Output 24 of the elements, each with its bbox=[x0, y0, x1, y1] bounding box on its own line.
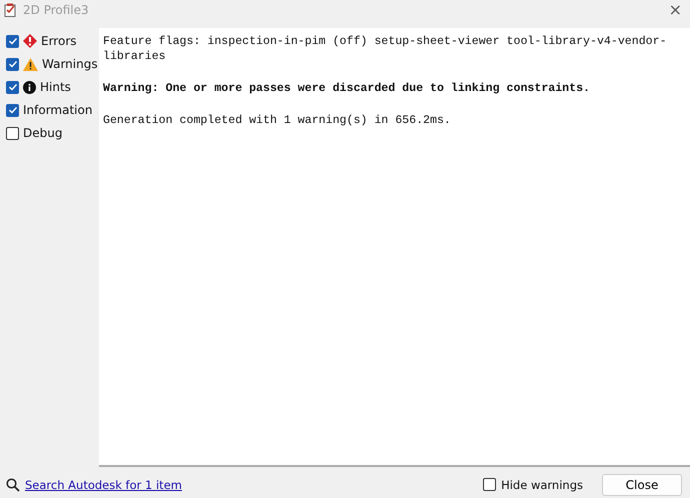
warning-message: Warning: One or more passes were discarded due to linking constraints. bbox=[103, 81, 592, 96]
log-message: Generation completed with 1 warning(s) in 656.2ms. bbox=[103, 113, 452, 128]
checkbox[interactable] bbox=[6, 34, 19, 48]
checkbox[interactable] bbox=[6, 126, 19, 140]
checkbox[interactable] bbox=[483, 478, 496, 491]
search-icon bbox=[6, 478, 20, 492]
window-title: 2D Profile3 bbox=[23, 3, 90, 17]
close-button[interactable]: Close bbox=[602, 474, 682, 496]
log-message: Feature flags: inspection-in-pim (off) setup-sheet-viewer tool-library-v4-vendor-libraries bbox=[103, 34, 668, 64]
filter-label: Errors bbox=[41, 34, 77, 48]
info-icon bbox=[23, 80, 36, 94]
close-icon[interactable]: × bbox=[660, 2, 690, 18]
filter-label: Information bbox=[23, 103, 92, 117]
checkbox[interactable] bbox=[6, 104, 19, 116]
filter-label: Hints bbox=[40, 80, 71, 94]
filter-label: Debug bbox=[23, 126, 62, 140]
checkbox-label: Hide warnings bbox=[501, 478, 583, 492]
checkbox[interactable] bbox=[6, 58, 19, 70]
warning-icon bbox=[23, 58, 38, 70]
checkbox[interactable] bbox=[6, 80, 19, 94]
error-icon bbox=[23, 34, 37, 48]
search-link[interactable]: Search Autodesk for 1 item bbox=[25, 478, 182, 492]
document-icon bbox=[4, 3, 17, 17]
filter-label: Warnings bbox=[42, 57, 98, 71]
